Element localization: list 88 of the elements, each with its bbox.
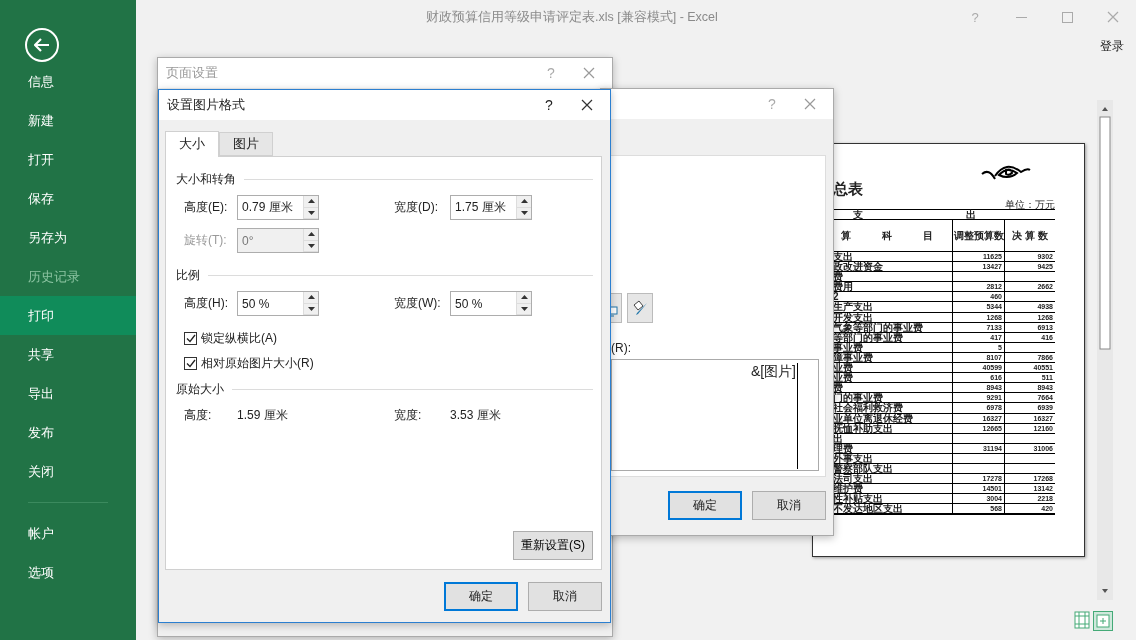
unit-label: 单位：万元 — [1005, 200, 1055, 210]
sign-in-link[interactable]: 登录 — [1100, 38, 1124, 55]
menu-item[interactable]: 信息 — [0, 62, 136, 101]
tab[interactable]: 图片 — [219, 132, 273, 156]
checkbox-option[interactable]: 相对原始图片大小(R) — [176, 353, 593, 373]
back-arrow-icon — [34, 38, 50, 52]
menu-item[interactable]: 关闭 — [0, 452, 136, 491]
right-section-field[interactable]: &[图片] — [611, 359, 819, 471]
menu-item[interactable]: 另存为 — [0, 218, 136, 257]
section-heading: 原始大小 — [176, 380, 224, 398]
ok-button[interactable]: 确定 — [444, 582, 518, 611]
dialog-title: 页面设置 — [166, 64, 218, 82]
up-arrow-icon — [307, 199, 315, 204]
spin-field[interactable]: 1.75 厘米 — [450, 195, 532, 220]
down-arrow-icon — [520, 306, 528, 311]
table-header-cell: 决 算 数 — [1004, 220, 1055, 252]
menu-item[interactable]: 发布 — [0, 413, 136, 452]
dialog-title: 设置图片格式 — [167, 96, 245, 114]
field-label: 宽度(W): — [394, 295, 442, 312]
table-cell — [952, 272, 1004, 283]
cancel-button[interactable]: 取消 — [752, 491, 826, 520]
spin-field[interactable]: 0.79 厘米 — [237, 195, 319, 220]
spin-field[interactable]: 50 % — [237, 291, 319, 316]
vertical-scrollbar[interactable] — [1097, 100, 1113, 600]
spin-field[interactable]: 50 % — [450, 291, 532, 316]
table-cell — [1004, 433, 1055, 444]
down-arrow-icon — [520, 210, 528, 215]
table-cell — [1004, 342, 1055, 353]
reset-button[interactable]: 重新设置(S) — [513, 531, 593, 560]
field-label: 旋转(T): — [184, 232, 228, 249]
up-arrow-icon — [520, 199, 528, 204]
field-label: 高度(E): — [184, 199, 229, 216]
section-heading: 大小和转角 — [176, 170, 236, 188]
down-arrow-icon — [307, 306, 315, 311]
zoom-page-icon[interactable] — [1093, 611, 1113, 631]
help-button[interactable]: ? — [534, 97, 564, 113]
right-section-label: (R): — [611, 341, 632, 355]
menu-item[interactable]: 导出 — [0, 374, 136, 413]
menu-item[interactable]: 打印 — [0, 296, 136, 335]
table-cell — [1004, 463, 1055, 475]
menu-item[interactable]: 帐户 — [0, 514, 136, 553]
table-cell — [952, 433, 1004, 444]
checkbox-option[interactable]: 锁定纵横比(A) — [176, 328, 593, 348]
up-arrow-icon — [307, 232, 315, 237]
table-cell — [1004, 272, 1055, 283]
maximize-icon — [1061, 11, 1073, 23]
close-icon — [581, 99, 593, 111]
menu-item[interactable]: 新建 — [0, 101, 136, 140]
section-heading: 比例 — [176, 266, 200, 284]
check-icon — [185, 333, 196, 343]
value-text: 1.59 厘米 — [237, 407, 289, 424]
down-arrow-icon — [307, 210, 315, 215]
check-icon — [185, 358, 196, 368]
checkbox[interactable] — [184, 356, 197, 370]
menu-item[interactable]: 打开 — [0, 140, 136, 179]
ok-button[interactable]: 确定 — [668, 491, 742, 520]
field-label: 高度(H): — [184, 295, 229, 312]
report-title: 总表 — [833, 180, 863, 199]
close-icon — [1107, 11, 1119, 23]
spin-up-button[interactable] — [517, 196, 531, 208]
cancel-button[interactable]: 取消 — [528, 582, 602, 611]
down-arrow-icon — [307, 243, 315, 248]
table-header-cell: 调整预算数 — [952, 220, 1004, 252]
menu-item[interactable]: 共享 — [0, 335, 136, 374]
value-text: 3.53 厘米 — [450, 407, 502, 424]
spin-up-button[interactable] — [517, 292, 531, 304]
tab[interactable]: 大小 — [165, 131, 219, 157]
table-cell — [952, 453, 1004, 464]
table-header-cell: 出 — [952, 210, 1055, 220]
field-label: 宽度: — [394, 407, 423, 424]
menu-item[interactable]: 保存 — [0, 179, 136, 218]
table-cell — [1004, 292, 1055, 303]
format-picture-button[interactable] — [627, 293, 653, 323]
table-cell — [952, 463, 1004, 475]
table-cell — [1004, 453, 1055, 464]
up-arrow-icon — [520, 295, 528, 300]
close-icon — [804, 98, 816, 110]
close-icon — [583, 67, 595, 79]
checkbox[interactable] — [184, 331, 197, 345]
window-title: 财政预算信用等级申请评定表.xls [兼容模式] - Excel — [426, 8, 718, 26]
spin-up-button[interactable] — [304, 196, 318, 208]
up-arrow-icon — [307, 295, 315, 300]
back-button[interactable] — [25, 28, 59, 62]
menu-item[interactable]: 选项 — [0, 553, 136, 592]
field-label: 宽度(D): — [394, 199, 439, 216]
spin-up-button[interactable] — [304, 292, 318, 304]
minimize-icon — [1015, 16, 1027, 18]
field-label: 高度: — [184, 407, 213, 424]
